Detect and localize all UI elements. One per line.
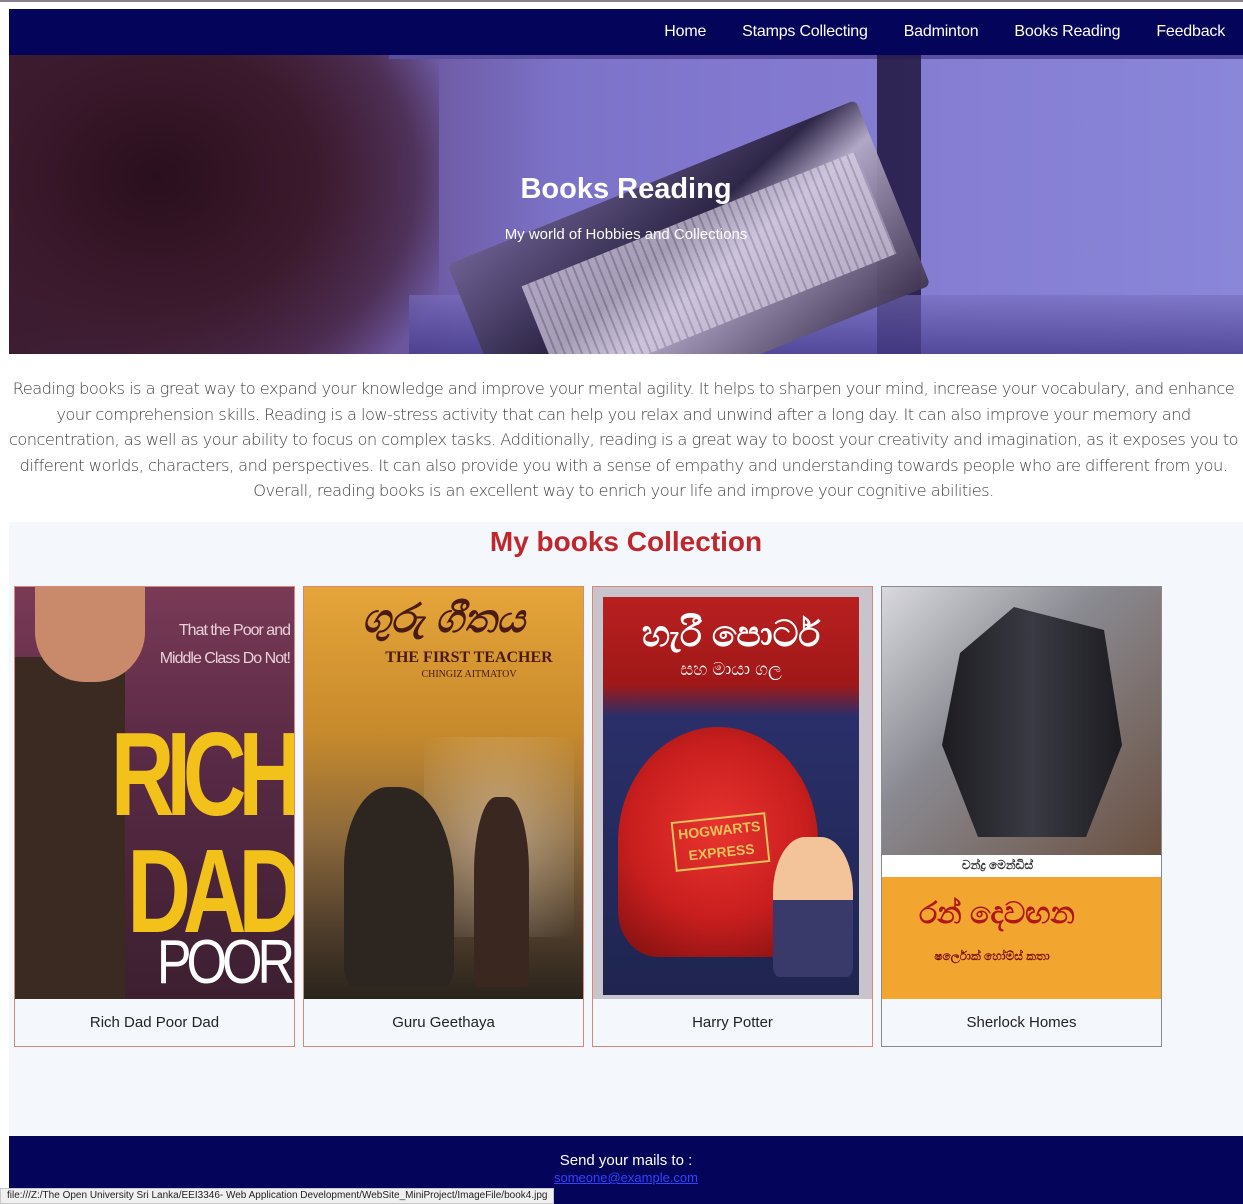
cover-word-rich: RICH	[110, 706, 294, 841]
collection-title: My books Collection	[489, 526, 763, 557]
cover-inner: හැරී පොටර් සහ මායා ගල HOGWARTS EXPRESS	[603, 597, 859, 995]
cover-author: CHINGIZ AITMATOV	[421, 669, 517, 680]
book-card-guru-geethaya[interactable]: ගුරු ගීතය THE FIRST TEACHER CHINGIZ AITM…	[303, 586, 584, 1047]
cover-script-title: ගුරු ගීතය	[362, 597, 525, 641]
cover-author: චන්ද්‍ර මෙන්ඩිස්	[962, 858, 1034, 872]
nav-item-badminton[interactable]: Badminton	[886, 23, 997, 41]
footer-email-link[interactable]: someone@example.com	[9, 1170, 1243, 1185]
book-cover-image[interactable]: හැරී පොටර් සහ මායා ගල HOGWARTS EXPRESS	[593, 587, 872, 999]
book-caption: Rich Dad Poor Dad	[89, 1014, 220, 1031]
book-card-sherlock-homes[interactable]: චන්ද්‍ර මෙන්ඩිස් රන් දෙවඟන ෂර්ලොක් හෝම්ස…	[881, 586, 1162, 1047]
hero-window-top	[389, 55, 1243, 59]
cover-tagline: That the Poor and Middle Class Do Not!	[159, 622, 291, 667]
cover-boy-shape	[773, 837, 853, 977]
browser-status-bar: file:///Z:/The Open University Sri Lanka…	[0, 1188, 555, 1204]
book-cover-image[interactable]: චන්ද්‍ර මෙන්ඩිස් රන් දෙවඟන ෂර්ලොක් හෝම්ස…	[882, 587, 1161, 999]
cover-word-poor-dad: POOR DAD	[156, 928, 294, 999]
navbar: Home Stamps Collecting Badminton Books R…	[9, 9, 1243, 55]
intro-paragraph: Reading books is a great way to expand y…	[8, 379, 1239, 500]
book-card-harry-potter[interactable]: හැරී පොටර් සහ මායා ගල HOGWARTS EXPRESS H…	[592, 586, 873, 1047]
cover-orange-band	[882, 877, 1161, 999]
book-caption: Guru Geethaya	[392, 1014, 495, 1031]
cover-english-title: THE FIRST TEACHER	[385, 649, 553, 666]
cover-figure-face	[35, 587, 145, 682]
book-cover-image[interactable]: ගුරු ගීතය THE FIRST TEACHER CHINGIZ AITM…	[304, 587, 583, 999]
nav-item-stamps-collecting[interactable]: Stamps Collecting	[724, 23, 886, 41]
hero-subtitle: My world of Hobbies and Collections	[504, 226, 748, 243]
top-rule	[0, 0, 1243, 4]
book-caption: Sherlock Homes	[966, 1014, 1077, 1031]
cover-title: හැරී පොටර්	[641, 613, 821, 654]
hero-title: Books Reading	[520, 173, 732, 205]
books-collection: My books Collection That the Poor and Mi…	[9, 522, 1243, 1136]
book-caption: Harry Potter	[692, 1014, 773, 1031]
nav-item-books-reading[interactable]: Books Reading	[996, 23, 1138, 41]
footer-text: Send your mails to :	[559, 1152, 693, 1169]
book-cover-image[interactable]: That the Poor and Middle Class Do Not! R…	[15, 587, 294, 999]
cover-horse-shape	[344, 787, 454, 987]
hero-banner: Books Reading My world of Hobbies and Co…	[9, 55, 1243, 354]
cover-subtitle: ෂර්ලොක් හෝම්ස් කතා	[934, 949, 1050, 963]
cover-train-plate: HOGWARTS EXPRESS	[670, 812, 771, 872]
nav-item-feedback[interactable]: Feedback	[1138, 23, 1225, 41]
cover-title: රන් දෙවඟන	[919, 897, 1075, 930]
cover-man-shape	[474, 797, 529, 987]
nav-item-home[interactable]: Home	[646, 23, 724, 41]
nav-list: Home Stamps Collecting Badminton Books R…	[646, 9, 1225, 55]
cover-subtitle: සහ මායා ගල	[680, 659, 782, 679]
cover-author-strip: චන්ද්‍ර මෙන්ඩිස්	[882, 855, 1161, 877]
book-card-rich-dad[interactable]: That the Poor and Middle Class Do Not! R…	[14, 586, 295, 1047]
